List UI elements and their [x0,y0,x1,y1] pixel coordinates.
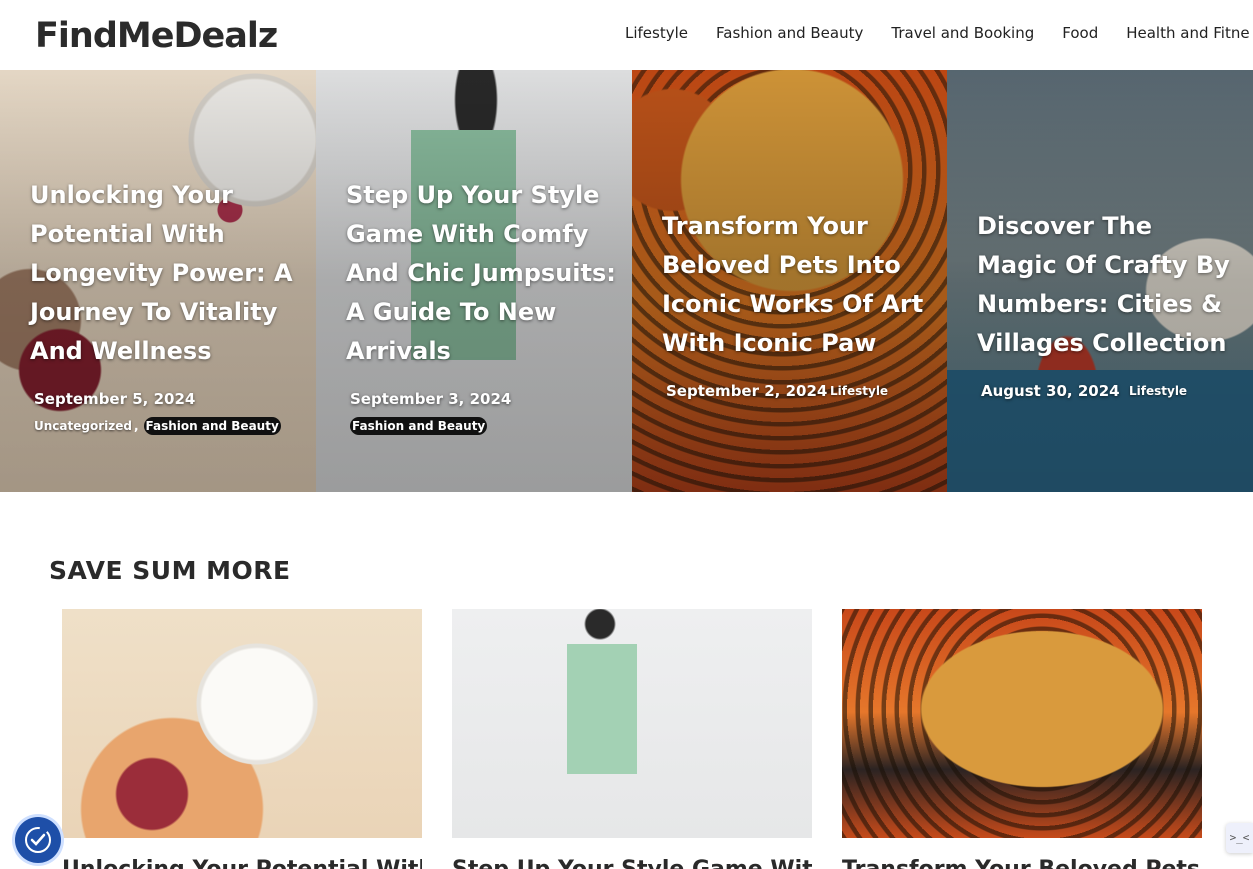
main-nav: Lifestyle Fashion and Beauty Travel and … [625,24,1250,44]
category-tag[interactable]: Fashion and Beauty [143,417,281,435]
hero-post-3[interactable]: Transform Your Beloved Pets Into Iconic … [632,70,947,492]
hero-post-categories: Lifestyle [1129,384,1187,398]
card-image-jaguar [842,609,1202,838]
nav-item-food[interactable]: Food [1062,24,1098,44]
hero-post-1[interactable]: Unlocking Your Potential With Longevity … [0,70,316,492]
card-image-skincare [62,609,422,838]
post-card-3[interactable] [842,609,1202,838]
hero-post-title[interactable]: Unlocking Your Potential With Longevity … [30,176,300,371]
side-widget-tab[interactable]: >_< [1226,823,1253,853]
section-title: SAVE SUM MORE [49,556,291,585]
category-tag[interactable]: Fashion and Beauty [350,417,488,435]
category-tag[interactable]: Lifestyle [1129,384,1187,398]
hero-post-title[interactable]: Step Up Your Style Game With Comfy And C… [346,176,616,371]
site-header: FindMeDealz Lifestyle Fashion and Beauty… [0,0,1253,70]
hero-post-4[interactable]: Discover The Magic Of Crafty By Numbers:… [947,70,1253,492]
hero-slider: Unlocking Your Potential With Longevity … [0,70,1253,492]
card-image-jumpsuit [452,609,812,838]
category-tag[interactable]: Uncategorized [34,419,132,433]
card-title[interactable]: Unlocking Your Potential With Longevity … [62,856,422,869]
logo-text: FindMeDealz [35,16,278,56]
hero-post-title[interactable]: Transform Your Beloved Pets Into Iconic … [662,207,932,363]
hero-post-title[interactable]: Discover The Magic Of Crafty By Numbers:… [977,207,1237,363]
nav-item-lifestyle[interactable]: Lifestyle [625,24,688,44]
post-card-2[interactable] [452,609,812,838]
category-tag[interactable]: Lifestyle [830,384,888,398]
hero-post-2[interactable]: Step Up Your Style Game With Comfy And C… [316,70,632,492]
hero-post-date: August 30, 2024 [981,382,1120,400]
accessibility-check-icon [25,827,51,853]
nav-item-fashion-and-beauty[interactable]: Fashion and Beauty [716,24,863,44]
hero-post-categories: Uncategorized, Fashion and Beauty [34,417,281,435]
hero-post-date: September 5, 2024 [34,390,196,408]
card-title[interactable]: Step Up Your Style Game With Comfy [452,856,812,869]
hero-post-date: September 2, 2024 [666,382,828,400]
card-title[interactable]: Transform Your Beloved Pets Into [842,856,1202,869]
hero-post-categories: Lifestyle [830,384,888,398]
post-card-1[interactable] [62,609,422,838]
accessibility-widget-button[interactable] [15,817,61,863]
hero-post-date: September 3, 2024 [350,390,512,408]
hero-post-categories: Fashion and Beauty [350,417,488,435]
nav-item-travel-and-booking[interactable]: Travel and Booking [891,24,1034,44]
nav-item-health-and-fitness[interactable]: Health and Fitne [1126,24,1249,44]
